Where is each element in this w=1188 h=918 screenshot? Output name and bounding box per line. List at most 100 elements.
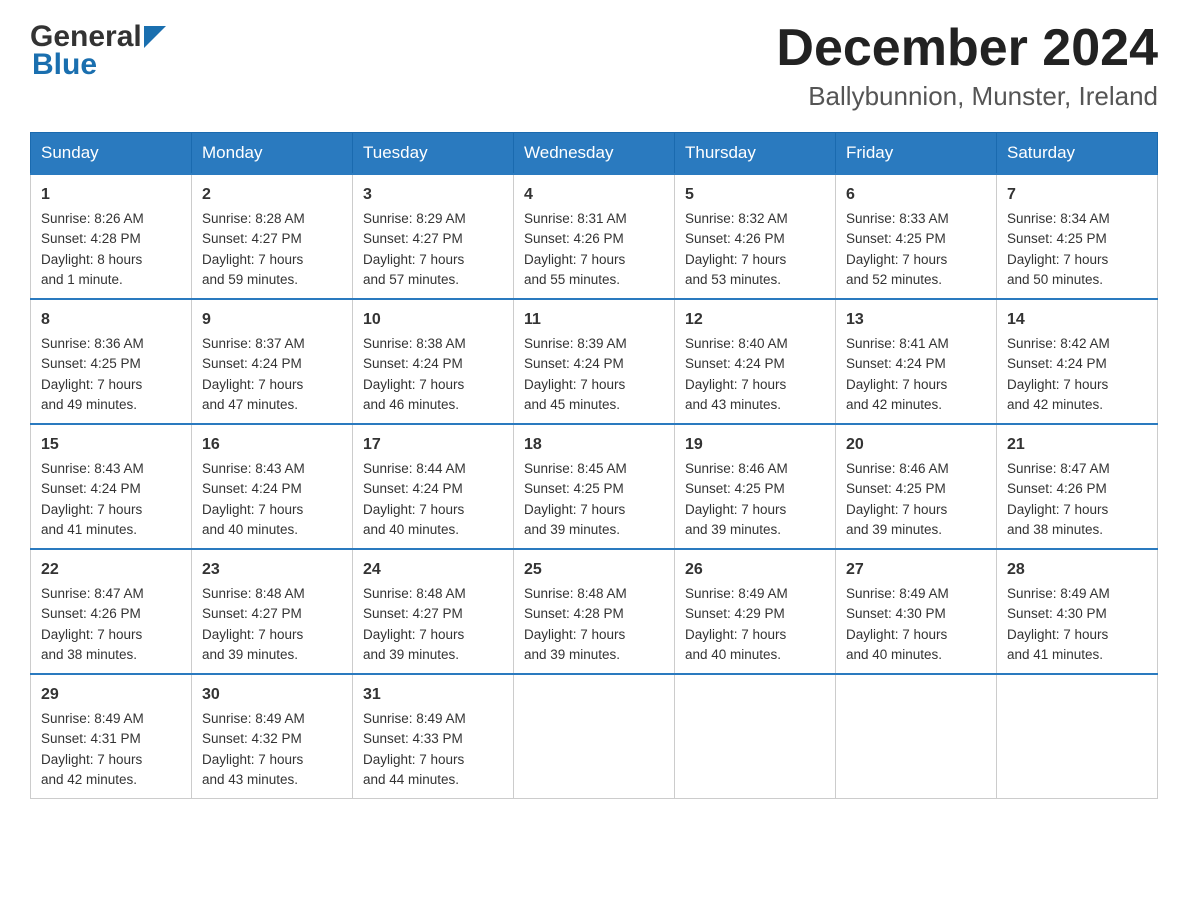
sunset-info: Sunset: 4:26 PM (1007, 481, 1107, 496)
daylight-min-info: and 39 minutes. (363, 647, 459, 662)
table-row (836, 674, 997, 799)
month-title: December 2024 (776, 20, 1158, 77)
logo: General Blue (30, 20, 166, 82)
day-number: 22 (41, 558, 181, 582)
sunrise-info: Sunrise: 8:48 AM (202, 586, 305, 601)
day-number: 30 (202, 683, 342, 707)
daylight-info: Daylight: 7 hours (685, 252, 786, 267)
daylight-info: Daylight: 7 hours (41, 752, 142, 767)
sunrise-info: Sunrise: 8:47 AM (41, 586, 144, 601)
daylight-info: Daylight: 7 hours (1007, 377, 1108, 392)
daylight-min-info: and 45 minutes. (524, 397, 620, 412)
calendar-week-row: 8 Sunrise: 8:36 AM Sunset: 4:25 PM Dayli… (31, 299, 1158, 424)
calendar-week-row: 29 Sunrise: 8:49 AM Sunset: 4:31 PM Dayl… (31, 674, 1158, 799)
table-row: 23 Sunrise: 8:48 AM Sunset: 4:27 PM Dayl… (192, 549, 353, 674)
table-row: 29 Sunrise: 8:49 AM Sunset: 4:31 PM Dayl… (31, 674, 192, 799)
daylight-min-info: and 59 minutes. (202, 272, 298, 287)
daylight-min-info: and 55 minutes. (524, 272, 620, 287)
sunrise-info: Sunrise: 8:40 AM (685, 336, 788, 351)
daylight-info: Daylight: 8 hours (41, 252, 142, 267)
daylight-min-info: and 47 minutes. (202, 397, 298, 412)
sunrise-info: Sunrise: 8:48 AM (524, 586, 627, 601)
table-row: 9 Sunrise: 8:37 AM Sunset: 4:24 PM Dayli… (192, 299, 353, 424)
calendar-week-row: 22 Sunrise: 8:47 AM Sunset: 4:26 PM Dayl… (31, 549, 1158, 674)
sunrise-info: Sunrise: 8:36 AM (41, 336, 144, 351)
daylight-min-info: and 57 minutes. (363, 272, 459, 287)
sunrise-info: Sunrise: 8:49 AM (363, 711, 466, 726)
day-number: 21 (1007, 433, 1147, 457)
sunrise-info: Sunrise: 8:47 AM (1007, 461, 1110, 476)
day-number: 14 (1007, 308, 1147, 332)
daylight-min-info: and 1 minute. (41, 272, 123, 287)
sunset-info: Sunset: 4:24 PM (363, 356, 463, 371)
daylight-min-info: and 41 minutes. (1007, 647, 1103, 662)
sunset-info: Sunset: 4:28 PM (41, 231, 141, 246)
day-number: 15 (41, 433, 181, 457)
sunset-info: Sunset: 4:24 PM (524, 356, 624, 371)
sunset-info: Sunset: 4:24 PM (202, 356, 302, 371)
sunset-info: Sunset: 4:27 PM (202, 231, 302, 246)
table-row: 5 Sunrise: 8:32 AM Sunset: 4:26 PM Dayli… (675, 174, 836, 299)
sunset-info: Sunset: 4:33 PM (363, 731, 463, 746)
day-number: 6 (846, 183, 986, 207)
day-number: 20 (846, 433, 986, 457)
table-row: 27 Sunrise: 8:49 AM Sunset: 4:30 PM Dayl… (836, 549, 997, 674)
day-number: 3 (363, 183, 503, 207)
day-number: 25 (524, 558, 664, 582)
sunset-info: Sunset: 4:25 PM (41, 356, 141, 371)
table-row: 3 Sunrise: 8:29 AM Sunset: 4:27 PM Dayli… (353, 174, 514, 299)
daylight-min-info: and 53 minutes. (685, 272, 781, 287)
sunset-info: Sunset: 4:24 PM (685, 356, 785, 371)
table-row (997, 674, 1158, 799)
daylight-min-info: and 43 minutes. (202, 772, 298, 787)
daylight-info: Daylight: 7 hours (846, 627, 947, 642)
daylight-info: Daylight: 7 hours (524, 377, 625, 392)
sunset-info: Sunset: 4:26 PM (685, 231, 785, 246)
calendar-week-row: 15 Sunrise: 8:43 AM Sunset: 4:24 PM Dayl… (31, 424, 1158, 549)
daylight-info: Daylight: 7 hours (1007, 627, 1108, 642)
sunset-info: Sunset: 4:29 PM (685, 606, 785, 621)
table-row: 14 Sunrise: 8:42 AM Sunset: 4:24 PM Dayl… (997, 299, 1158, 424)
sunrise-info: Sunrise: 8:49 AM (846, 586, 949, 601)
sunrise-info: Sunrise: 8:48 AM (363, 586, 466, 601)
day-number: 9 (202, 308, 342, 332)
daylight-min-info: and 39 minutes. (685, 522, 781, 537)
daylight-info: Daylight: 7 hours (41, 627, 142, 642)
sunset-info: Sunset: 4:24 PM (202, 481, 302, 496)
table-row: 16 Sunrise: 8:43 AM Sunset: 4:24 PM Dayl… (192, 424, 353, 549)
daylight-info: Daylight: 7 hours (846, 377, 947, 392)
table-row: 22 Sunrise: 8:47 AM Sunset: 4:26 PM Dayl… (31, 549, 192, 674)
sunset-info: Sunset: 4:32 PM (202, 731, 302, 746)
daylight-min-info: and 46 minutes. (363, 397, 459, 412)
daylight-min-info: and 39 minutes. (524, 522, 620, 537)
daylight-min-info: and 40 minutes. (685, 647, 781, 662)
sunset-info: Sunset: 4:25 PM (1007, 231, 1107, 246)
daylight-min-info: and 42 minutes. (846, 397, 942, 412)
sunset-info: Sunset: 4:30 PM (1007, 606, 1107, 621)
sunset-info: Sunset: 4:24 PM (846, 356, 946, 371)
day-number: 23 (202, 558, 342, 582)
daylight-min-info: and 52 minutes. (846, 272, 942, 287)
day-number: 12 (685, 308, 825, 332)
sunset-info: Sunset: 4:27 PM (202, 606, 302, 621)
daylight-min-info: and 39 minutes. (846, 522, 942, 537)
sunrise-info: Sunrise: 8:45 AM (524, 461, 627, 476)
daylight-min-info: and 39 minutes. (202, 647, 298, 662)
day-number: 18 (524, 433, 664, 457)
daylight-info: Daylight: 7 hours (685, 502, 786, 517)
daylight-info: Daylight: 7 hours (363, 752, 464, 767)
sunrise-info: Sunrise: 8:32 AM (685, 211, 788, 226)
sunrise-info: Sunrise: 8:49 AM (202, 711, 305, 726)
sunrise-info: Sunrise: 8:42 AM (1007, 336, 1110, 351)
daylight-info: Daylight: 7 hours (524, 252, 625, 267)
sunrise-info: Sunrise: 8:49 AM (685, 586, 788, 601)
day-number: 19 (685, 433, 825, 457)
daylight-min-info: and 49 minutes. (41, 397, 137, 412)
daylight-info: Daylight: 7 hours (363, 627, 464, 642)
sunrise-info: Sunrise: 8:31 AM (524, 211, 627, 226)
sunrise-info: Sunrise: 8:46 AM (685, 461, 788, 476)
table-row: 26 Sunrise: 8:49 AM Sunset: 4:29 PM Dayl… (675, 549, 836, 674)
day-number: 27 (846, 558, 986, 582)
sunrise-info: Sunrise: 8:38 AM (363, 336, 466, 351)
sunset-info: Sunset: 4:26 PM (41, 606, 141, 621)
